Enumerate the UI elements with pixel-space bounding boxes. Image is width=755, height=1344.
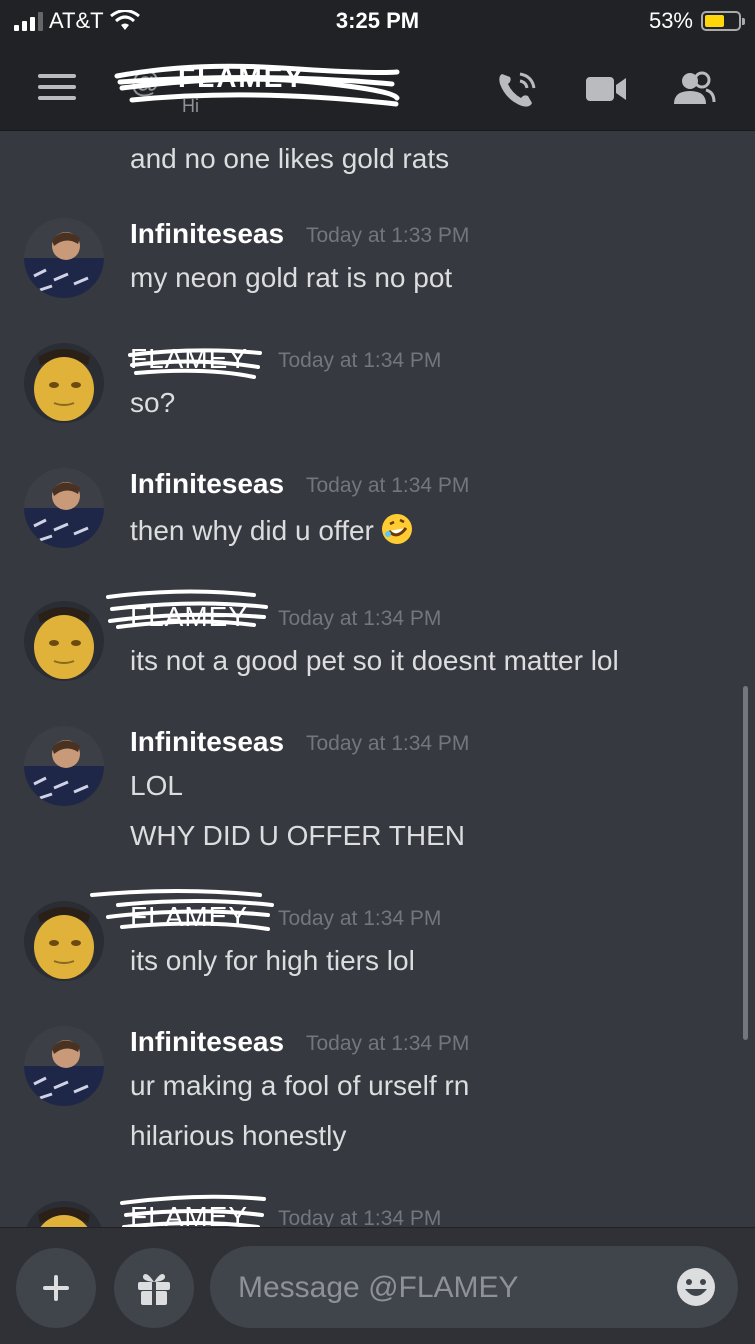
message-composer [0,1227,755,1344]
members-icon[interactable] [670,68,718,110]
message-text: and no one likes gold rats [130,143,450,174]
message-text: so? [130,387,176,418]
message-timestamp: Today at 1:34 PM [306,1032,470,1055]
redaction-scribble [114,63,400,107]
message-text: WHY DID U OFFER THEN [130,820,465,851]
avatar[interactable] [24,468,104,548]
message-input[interactable] [236,1262,660,1314]
battery-icon [701,11,745,31]
avatar[interactable] [24,343,104,423]
message-timestamp: Today at 1:33 PM [306,224,470,247]
channel-subtitle: Hi [182,96,199,116]
call-icon[interactable] [494,68,542,110]
avatar[interactable] [24,218,104,298]
clock: 3:25 PM [335,8,420,33]
battery-percent: 53% [648,8,693,33]
message-timestamp: Today at 1:34 PM [278,349,442,372]
redaction-scribble [90,889,274,931]
message-text: its not a good pet so it doesnt matter l… [130,645,619,676]
message-text: then why did u offer [130,512,414,547]
scrollbar[interactable] [743,686,748,1040]
redaction-scribble [120,1194,266,1227]
dm-header: @ FLAMEY Hi [0,44,755,131]
message-text: ur making a fool of urself rn [130,1070,470,1101]
menu-icon[interactable] [38,74,76,102]
avatar[interactable] [24,601,104,681]
plus-icon[interactable] [16,1248,96,1328]
avatar[interactable] [24,726,104,806]
redaction-scribble [128,348,262,379]
message-input-box[interactable] [210,1246,738,1328]
message-author[interactable]: Infiniteseas [130,726,284,758]
message-text: its only for high tiers lol [130,945,415,976]
message-author[interactable]: Infiniteseas [130,1026,284,1058]
message-timestamp: Today at 1:34 PM [278,607,442,630]
message-text: hilarious honestly [130,1120,347,1151]
message-text: my neon gold rat is no pot [130,262,453,293]
message-timestamp: Today at 1:34 PM [278,1207,442,1227]
message-timestamp: Today at 1:34 PM [306,732,470,755]
emoji-icon[interactable] [676,1267,716,1307]
redaction-scribble [106,589,268,629]
message-text: LOL [130,770,183,801]
rofl-emoji-icon [381,514,412,544]
status-bar: AT&T 3:25 PM 53% [0,0,755,44]
message-author[interactable]: Infiniteseas [130,218,284,250]
avatar[interactable] [24,1026,104,1106]
gift-icon[interactable] [114,1248,194,1328]
video-icon[interactable] [582,68,630,110]
avatar[interactable] [24,1201,104,1227]
message-list[interactable]: and no one likes gold rats Infiniteseas … [0,131,755,1227]
message-timestamp: Today at 1:34 PM [278,907,442,930]
message-author[interactable]: Infiniteseas [130,468,284,500]
message-timestamp: Today at 1:34 PM [306,474,470,497]
